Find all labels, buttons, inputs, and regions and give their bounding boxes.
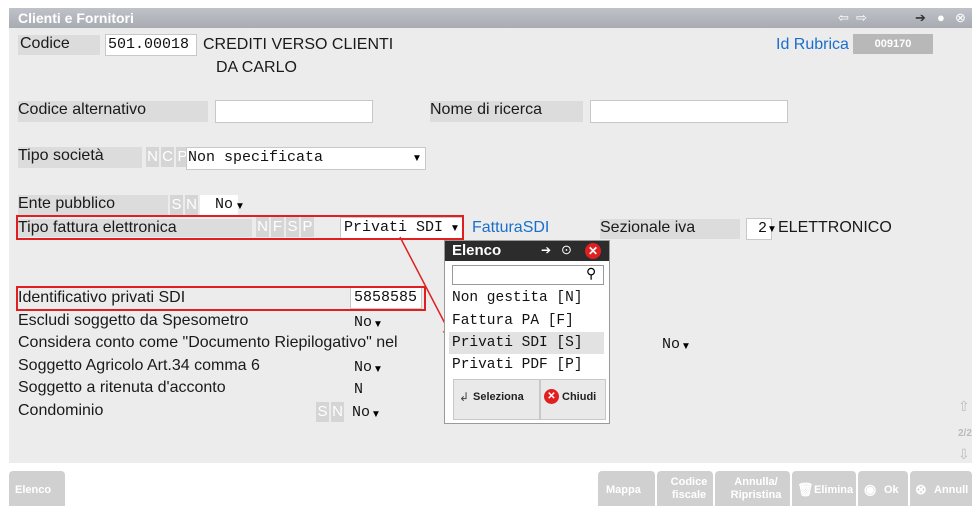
elenco-popup: Elenco ➔ ⊙ ✕ ⚲ Non gestita [N] Fattura P… — [444, 240, 610, 424]
elenco-label: Elenco — [15, 484, 52, 496]
elenco-button[interactable]: Elenco — [9, 471, 65, 506]
elimina-button[interactable]: Elimina 🗑 — [792, 471, 856, 506]
list-item[interactable]: Non gestita [N] — [452, 290, 583, 306]
search-icon[interactable]: ⚲ — [586, 265, 596, 282]
list-item-selected[interactable]: Privati SDI [S] — [452, 335, 583, 351]
mappa-button[interactable]: Mappa — [598, 471, 655, 506]
check-circle-icon: ◉ — [864, 481, 877, 497]
close-icon[interactable]: ✕ — [585, 243, 601, 259]
enter-icon: ↲ — [459, 390, 470, 404]
page-indicator: 2/2 — [958, 428, 972, 439]
elimina-label: Elimina — [814, 484, 854, 496]
codice-fiscale-label: Codice fiscale — [670, 476, 708, 501]
annulla-button[interactable]: ⊗ Annull — [910, 471, 972, 506]
scroll-up-icon[interactable]: ⇧ — [958, 398, 970, 415]
pin-icon[interactable]: ➔ — [541, 243, 551, 257]
ok-button[interactable]: ◉ Ok — [858, 471, 908, 506]
codice-fiscale-button[interactable]: Codice fiscale — [657, 471, 713, 506]
popup-search-input[interactable] — [452, 265, 604, 285]
record-icon[interactable]: ⊙ — [561, 242, 572, 258]
annulla-label: Annull — [934, 484, 969, 496]
popup-title: Elenco — [452, 242, 502, 259]
list-item[interactable]: Privati PDF [P] — [452, 357, 583, 373]
annulla-ripristina-label: Annulla/ Ripristina — [730, 476, 782, 501]
ok-label: Ok — [884, 484, 899, 496]
scroll-down-icon[interactable]: ⇩ — [958, 446, 970, 463]
mappa-label: Mappa — [606, 484, 641, 496]
close-icon: ✕ — [544, 389, 559, 404]
list-item[interactable]: Fattura PA [F] — [452, 313, 574, 329]
seleziona-label: Seleziona — [473, 391, 524, 403]
annulla-ripristina-button[interactable]: Annulla/ Ripristina — [715, 471, 790, 506]
chiudi-label: Chiudi — [562, 391, 597, 403]
cancel-circle-icon: ⊗ — [915, 481, 927, 497]
trash-icon: 🗑 — [797, 482, 814, 497]
